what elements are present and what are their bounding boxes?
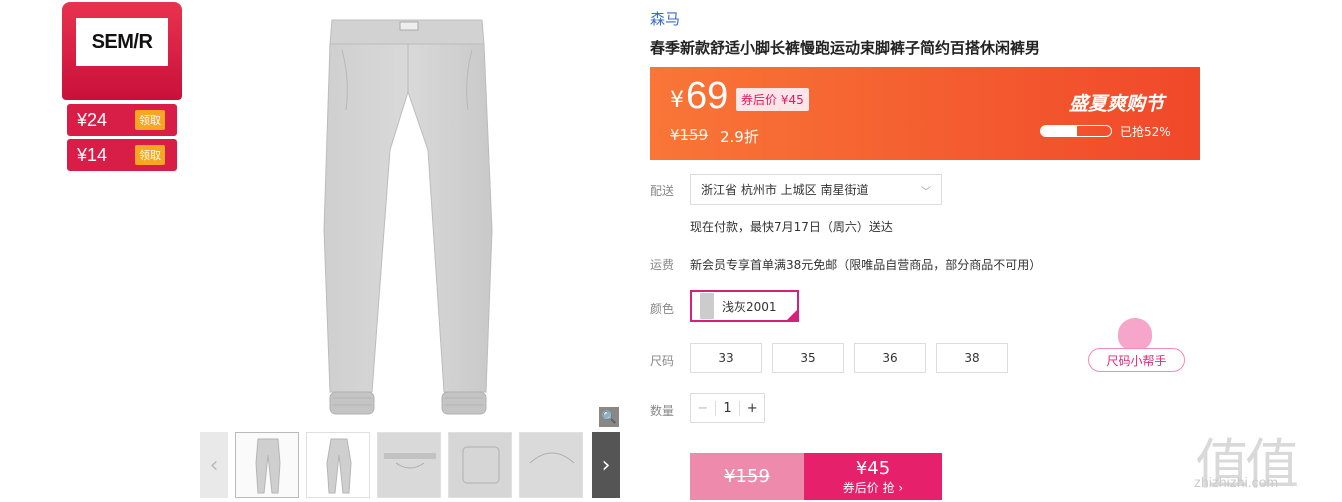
event-title: 盛夏爽购节 <box>1069 93 1165 115</box>
product-main-image[interactable] <box>200 0 620 430</box>
original-price: ¥159 <box>670 126 709 144</box>
color-option-selected[interactable]: 浅灰2001 <box>690 290 799 322</box>
product-title: 春季新款舒适小脚长裤慢跑运动束脚裤子简约百搭休闲裤男 <box>650 39 1041 57</box>
thumbnail-image <box>384 453 436 469</box>
selected-check-icon <box>785 308 799 322</box>
thumbnail-4[interactable] <box>448 432 512 498</box>
discount-rate: 2.9折 <box>720 128 759 146</box>
buy-original-price[interactable]: ¥159 <box>690 453 804 500</box>
pants-illustration <box>323 19 493 415</box>
mascot-icon <box>1118 318 1152 350</box>
thumbnail-image <box>326 438 352 494</box>
zoom-icon[interactable]: 🔍 <box>599 407 619 427</box>
chevron-down-icon: ﹀ <box>921 187 931 198</box>
price-banner: ¥ 69 券后价 ¥45 ¥159 2.9折 盛夏爽购节 已抢52% <box>650 67 1200 160</box>
shipping-text: 新会员专享首单满38元免邮（限唯品自营商品，部分商品不可用） <box>690 258 1042 272</box>
buy-price: ¥45 <box>855 457 891 479</box>
coupon-amount: ¥24 <box>77 109 108 130</box>
thumbnail-1[interactable] <box>235 432 299 498</box>
buy-action-label: 券后价 抢 › <box>842 480 904 495</box>
sold-progress-text: 已抢52% <box>1120 125 1171 139</box>
quantity-label: 数量 <box>650 404 675 418</box>
thumbnail-2[interactable] <box>306 432 370 498</box>
brand-header: SEM/R <box>62 2 182 100</box>
delivery-label: 配送 <box>650 184 675 198</box>
size-option[interactable]: 33 <box>690 343 762 373</box>
address-value: 浙江省 杭州市 上城区 南星街道 <box>701 183 869 197</box>
after-coupon-badge: 券后价 ¥45 <box>736 88 809 111</box>
claim-coupon-button[interactable]: 领取 <box>135 110 165 130</box>
quantity-plus-button[interactable]: + <box>739 400 764 416</box>
size-helper-label[interactable]: 尺码小帮手 <box>1088 348 1185 372</box>
size-option[interactable]: 35 <box>772 343 844 373</box>
thumbnail-prev-arrow[interactable]: ‹ <box>200 432 228 498</box>
size-option[interactable]: 38 <box>936 343 1008 373</box>
sold-progress-bar <box>1040 125 1112 137</box>
thumbnail-5[interactable] <box>519 432 583 498</box>
thumbnail-strip: ‹ › <box>200 432 620 498</box>
sold-progress-fill <box>1041 126 1078 136</box>
claim-coupon-button[interactable]: 领取 <box>135 145 165 165</box>
thumbnail-image <box>529 452 575 464</box>
size-helper[interactable]: 尺码小帮手 <box>1088 318 1186 374</box>
currency-symbol: ¥ <box>670 88 684 113</box>
color-option-label: 浅灰2001 <box>722 299 777 314</box>
color-label: 颜色 <box>650 302 675 316</box>
delivery-eta: 现在付款，最快7月17日（周六）送达 <box>690 220 893 234</box>
thumbnail-image <box>255 438 281 494</box>
size-option[interactable]: 36 <box>854 343 926 373</box>
quantity-value[interactable]: 1 <box>716 401 740 416</box>
size-label: 尺码 <box>650 354 675 368</box>
quantity-stepper[interactable]: − 1 + <box>690 393 765 423</box>
coupon-2[interactable]: ¥14 领取 <box>67 139 177 171</box>
shipping-label: 运费 <box>650 258 675 272</box>
coupon-1[interactable]: ¥24 领取 <box>67 104 177 136</box>
current-price: 69 <box>686 75 729 117</box>
brand-link[interactable]: 森马 <box>650 8 680 29</box>
brand-logo: SEM/R <box>76 18 168 66</box>
thumbnail-3[interactable] <box>377 432 441 498</box>
brand-coupon-card: SEM/R ¥24 领取 ¥14 领取 <box>62 2 182 172</box>
coupon-amount: ¥14 <box>77 144 108 165</box>
quantity-minus-button[interactable]: − <box>691 400 716 416</box>
thumbnail-image <box>462 446 500 484</box>
watermark-url: zhizhizhi.com <box>1194 474 1279 490</box>
address-select[interactable]: 浙江省 杭州市 上城区 南星街道 ﹀ <box>690 174 942 205</box>
thumbnail-next-arrow[interactable]: › <box>592 432 620 498</box>
buy-now-button[interactable]: ¥45 券后价 抢 › <box>804 453 942 500</box>
color-swatch <box>700 293 714 319</box>
